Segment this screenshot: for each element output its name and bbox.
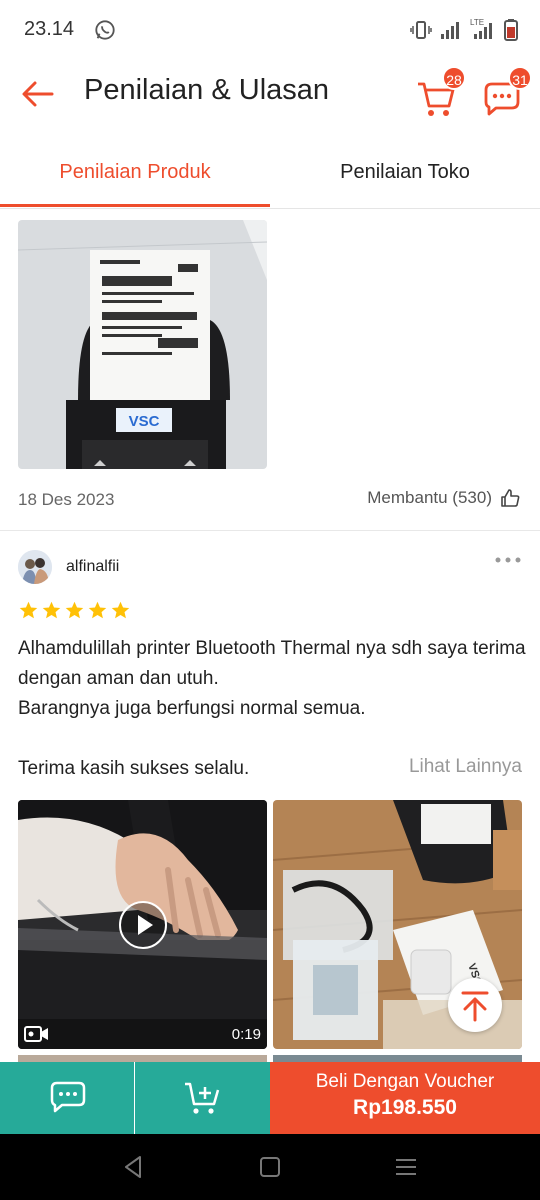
divider — [0, 530, 540, 531]
tab-bar: Penilaian Produk Penilaian Toko — [0, 138, 540, 209]
arrow-up-icon — [461, 991, 489, 1022]
add-to-cart-button[interactable] — [135, 1062, 270, 1134]
review-line: Alhamdulillah printer Bluetooth Thermal … — [18, 638, 526, 689]
back-arrow-icon[interactable] — [18, 74, 58, 114]
vsc-logo: VSC — [129, 413, 160, 430]
review-line: Barangnya juga berfungsi normal semua. — [18, 698, 366, 719]
signal-icon — [441, 22, 459, 39]
system-nav-bar — [0, 1134, 540, 1200]
helpful-label: Membantu (530) — [367, 488, 492, 507]
scroll-to-top-button[interactable] — [448, 978, 502, 1032]
next-photo-preview — [18, 1055, 267, 1062]
nav-home-icon[interactable] — [256, 1154, 284, 1180]
lte-signal: LTE — [470, 18, 496, 40]
nav-menu-icon[interactable] — [392, 1154, 420, 1180]
review-line — [18, 724, 528, 754]
status-time: 23.14 — [24, 18, 75, 40]
cart-count-badge: 28 — [442, 66, 466, 90]
rating-stars — [18, 600, 131, 621]
reviews-list[interactable]: VSC 18 Des 2023 Membantu (530) alfinalfi… — [0, 208, 540, 1062]
more-options-icon[interactable] — [494, 550, 522, 570]
reviewer-username[interactable]: alfinalfii — [66, 558, 119, 576]
video-duration: 0:19 — [231, 1026, 261, 1043]
status-icons: LTE — [410, 18, 518, 41]
review-video[interactable]: 0:19 — [18, 800, 267, 1049]
buy-with-voucher-button[interactable]: Beli Dengan Voucher Rp198.550 — [270, 1062, 540, 1134]
chat-count-badge: 31 — [508, 66, 532, 90]
header: Penilaian & Ulasan 28 31 — [0, 60, 540, 138]
battery-icon — [504, 19, 518, 41]
play-icon[interactable] — [118, 900, 168, 950]
avatar-image — [18, 550, 52, 584]
thumbs-up-icon — [501, 489, 520, 507]
vibrate-icon — [410, 21, 432, 39]
review-date: 18 Des 2023 — [18, 490, 115, 509]
printer-photo: VSC — [18, 220, 267, 469]
video-camera-icon — [24, 1026, 48, 1042]
cart-button[interactable]: 28 — [414, 66, 466, 120]
tab-penilaian-produk[interactable]: Penilaian Produk — [0, 138, 270, 207]
tab-penilaian-toko[interactable]: Penilaian Toko — [270, 138, 540, 206]
buy-label: Beli Dengan Voucher — [315, 1071, 495, 1092]
review-photo[interactable]: VSC — [18, 220, 267, 469]
star-icon — [111, 601, 130, 619]
star-icon — [19, 601, 38, 619]
nav-back-icon[interactable] — [120, 1154, 148, 1180]
star-icon — [88, 601, 107, 619]
avatar[interactable] — [18, 550, 52, 584]
status-bar: 23.14 LTE — [0, 0, 540, 60]
star-icon — [65, 601, 84, 619]
add-to-cart-icon — [185, 1082, 220, 1114]
helpful-button[interactable]: Membantu (530) — [367, 488, 520, 508]
see-more-link[interactable]: Lihat Lainnya — [409, 756, 522, 778]
chat-icon — [50, 1081, 86, 1113]
page-title: Penilaian & Ulasan — [84, 74, 330, 106]
signal-icon — [474, 23, 492, 39]
chat-button[interactable]: 31 — [480, 66, 532, 120]
next-photo-preview — [273, 1055, 522, 1062]
whatsapp-icon — [95, 20, 115, 40]
star-icon — [42, 601, 61, 619]
buy-price: Rp198.550 — [353, 1096, 457, 1119]
chat-seller-button[interactable] — [0, 1062, 134, 1134]
bottom-action-bar: Beli Dengan Voucher Rp198.550 — [0, 1062, 540, 1134]
